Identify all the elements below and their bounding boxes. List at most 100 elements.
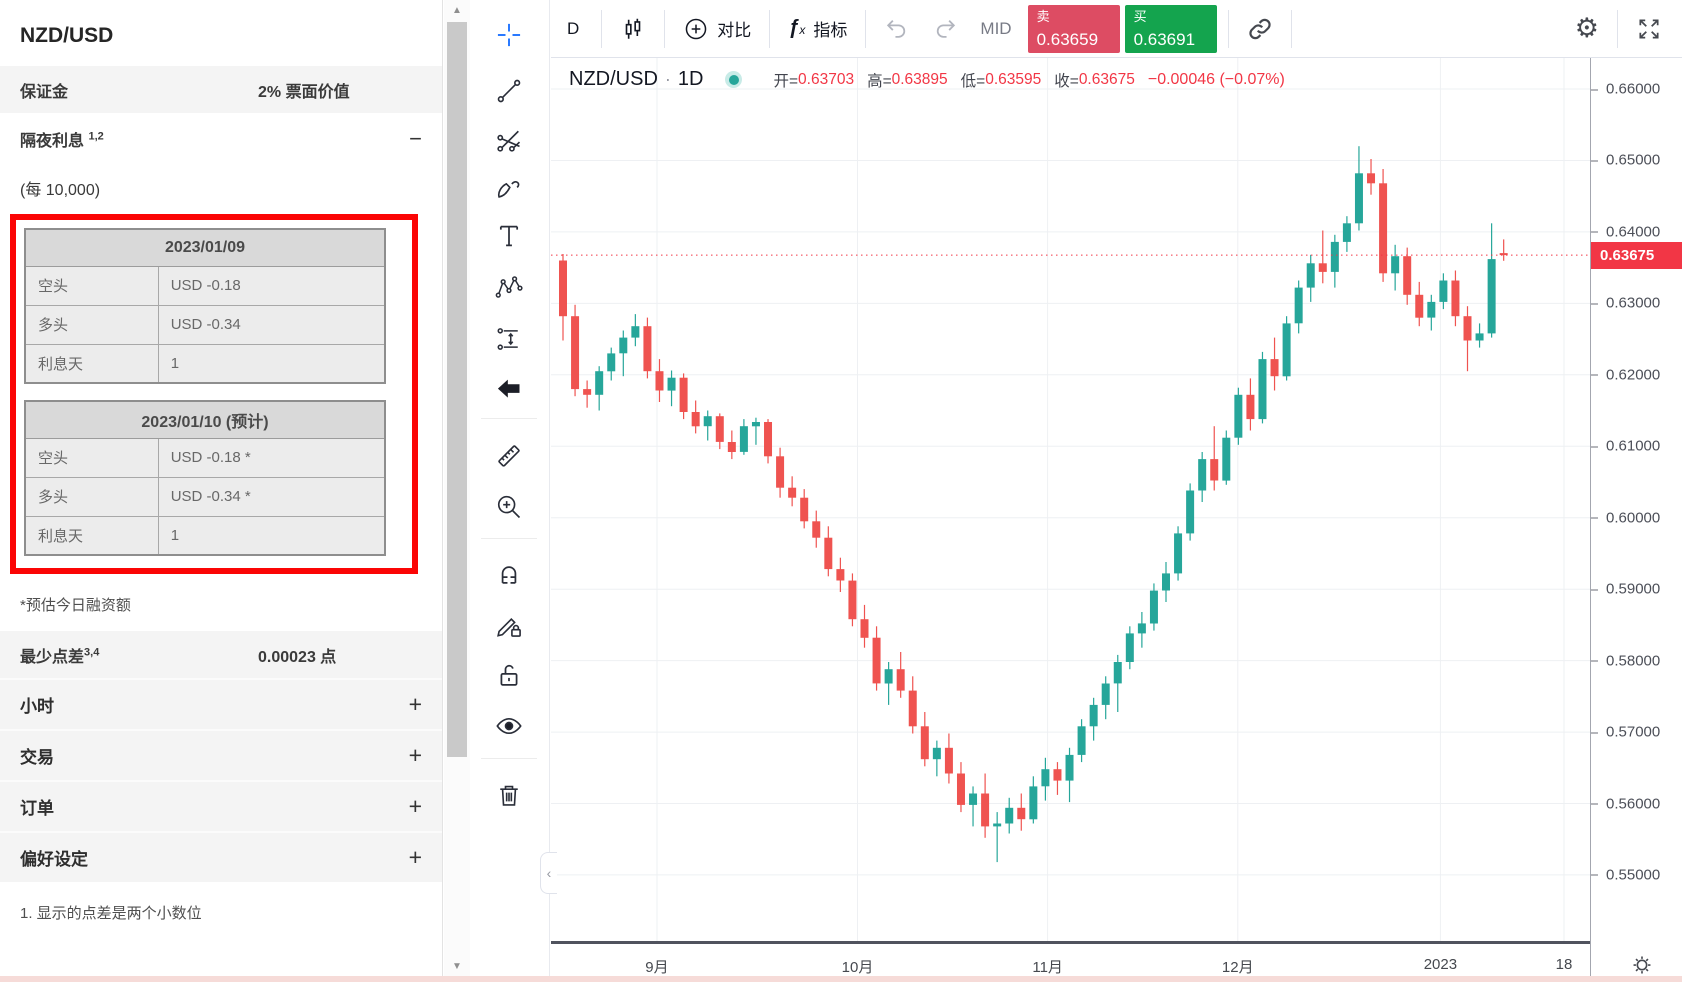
min-spread-label: 最少点差3,4 xyxy=(20,643,99,667)
scroll-down-icon[interactable]: ▼ xyxy=(444,961,470,972)
expand-plus-icon[interactable]: + xyxy=(409,793,422,820)
collapse-minus-icon[interactable]: − xyxy=(409,128,422,150)
toolbar-separator xyxy=(1617,10,1618,48)
chevron-left-icon: ‹ xyxy=(547,865,552,881)
measure-tool-icon[interactable] xyxy=(489,436,529,476)
table-row: 利息天1 xyxy=(25,344,385,383)
expand-plus-icon[interactable]: + xyxy=(409,742,422,769)
time-tick-label: 18 xyxy=(1556,956,1573,973)
expand-plus-icon[interactable]: + xyxy=(409,691,422,718)
toolbar-separator xyxy=(1291,10,1292,48)
mid-price-mode-label[interactable]: MID xyxy=(980,19,1011,39)
row-label: 利息天 xyxy=(25,344,158,383)
magnet-tool-icon[interactable] xyxy=(489,553,529,593)
expand-plus-icon[interactable]: + xyxy=(409,844,422,871)
candlestick-chart[interactable] xyxy=(551,58,1590,941)
instrument-title: NZD/USD xyxy=(0,0,442,64)
remove-drawings-trash-icon[interactable] xyxy=(489,775,529,815)
overnight-rate-table: 2023/01/10 (预计)空头USD -0.18 *多头USD -0.34 … xyxy=(24,400,386,556)
accordion-label: 小时 xyxy=(20,692,54,717)
toolbar-separator xyxy=(601,10,602,48)
margin-value: 2% 票面价值 xyxy=(258,78,350,102)
gear-icon: ⚙ xyxy=(1575,15,1599,42)
projection-tool-icon[interactable] xyxy=(489,319,529,359)
accordion-item-交易[interactable]: 交易 + xyxy=(0,729,442,780)
price-plot[interactable]: NZD/USD · 1D 开=0.63703高=0.63895低=0.63595… xyxy=(551,58,1590,982)
lock-drawings-icon[interactable] xyxy=(489,655,529,695)
accordion-item-小时[interactable]: 小时 + xyxy=(0,678,442,729)
row-label: 空头 xyxy=(25,266,158,305)
link-charts-button[interactable] xyxy=(1235,4,1285,54)
collapse-sidebar-tab[interactable]: ‹ xyxy=(540,852,557,894)
legend-interval[interactable]: 1D xyxy=(678,68,704,91)
link-icon xyxy=(1247,16,1273,42)
fullscreen-button[interactable] xyxy=(1624,4,1674,54)
price-tick-label: 0.57000 xyxy=(1591,724,1682,741)
time-tick-label: 12月 xyxy=(1222,956,1254,977)
compare-button[interactable]: 对比 xyxy=(671,4,763,54)
spread-footnote: 1. 显示的点差是两个小数位 xyxy=(0,882,442,943)
chart-style-button[interactable] xyxy=(608,4,658,54)
brush-tool-icon[interactable] xyxy=(489,167,529,207)
table-date-header: 2023/01/09 xyxy=(25,229,385,266)
ohlc-key: 低= xyxy=(961,69,986,91)
arrow-marker-tool-icon[interactable] xyxy=(489,368,529,408)
zoom-in-tool-icon[interactable] xyxy=(489,487,529,527)
time-tick-label: 9月 xyxy=(645,956,668,977)
buy-button[interactable]: 买 0.63691 xyxy=(1125,5,1217,53)
toolbar-separator xyxy=(865,10,866,48)
accordion-item-订单[interactable]: 订单+ xyxy=(0,780,442,831)
min-spread-row: 最少点差3,4 0.00023 点 xyxy=(0,629,442,678)
scrollbar-thumb[interactable] xyxy=(447,22,467,757)
hide-drawings-eye-icon[interactable] xyxy=(489,706,529,746)
overnight-header[interactable]: 隔夜利息 1,2 − xyxy=(0,113,442,162)
accordion-label: 偏好设定 xyxy=(20,845,88,870)
trend-line-tool-icon[interactable] xyxy=(489,71,529,111)
text-tool-icon[interactable] xyxy=(489,216,529,256)
interval-button[interactable]: D xyxy=(551,4,595,54)
price-axis[interactable]: 0.660000.650000.640000.630000.620000.610… xyxy=(1590,58,1682,982)
undo-button[interactable] xyxy=(872,4,921,54)
time-tick-label: 10月 xyxy=(842,956,874,977)
indicators-button[interactable]: ƒx 指标 xyxy=(776,4,859,54)
market-status-dot[interactable] xyxy=(725,71,742,88)
accordion-label: 交易 xyxy=(20,743,54,768)
overnight-rates-highlight-box: 2023/01/09空头USD -0.18多头USD -0.34利息天12023… xyxy=(10,214,418,574)
funding-estimate-note: *预估今日融资额 xyxy=(0,586,442,629)
undo-icon xyxy=(884,16,909,41)
table-row: 多头USD -0.34 xyxy=(25,305,385,344)
xabcd-pattern-tool-icon[interactable] xyxy=(489,267,529,307)
toolbar-divider xyxy=(481,538,537,539)
ohlc-key: 高= xyxy=(867,69,892,91)
min-spread-value: 0.00023 点 xyxy=(258,643,336,667)
scroll-up-icon[interactable]: ▲ xyxy=(444,5,470,16)
sidebar-scrollbar[interactable]: ▲ ▼ xyxy=(444,0,470,982)
sell-button[interactable]: 卖 0.63659 xyxy=(1028,5,1120,53)
gann-fib-tool-icon[interactable] xyxy=(489,120,529,160)
row-value: USD -0.18 xyxy=(158,266,385,305)
accordion-item-偏好设定[interactable]: 偏好设定 + xyxy=(0,831,442,882)
stay-in-drawing-mode-icon[interactable] xyxy=(489,605,529,645)
fx-icon: ƒx xyxy=(788,17,805,40)
price-tick-label: 0.59000 xyxy=(1591,581,1682,598)
overnight-label: 隔夜利息 1,2 xyxy=(20,127,104,151)
margin-label: 保证金 xyxy=(20,78,68,102)
instrument-sidebar: NZD/USD 保证金 2% 票面价值 隔夜利息 1,2 − (每 10,000… xyxy=(0,0,443,982)
legend-symbol[interactable]: NZD/USD xyxy=(569,68,658,91)
compare-plus-icon xyxy=(683,16,709,42)
candlestick-style-icon xyxy=(620,16,646,42)
chart-settings-button[interactable]: ⚙ xyxy=(1563,4,1611,54)
crosshair-tool-icon[interactable] xyxy=(489,15,529,55)
price-tick-label: 0.64000 xyxy=(1591,223,1682,240)
row-label: 利息天 xyxy=(25,516,158,555)
trading-app: NZD/USD 保证金 2% 票面价值 隔夜利息 1,2 − (每 10,000… xyxy=(0,0,1682,982)
price-tick-label: 0.66000 xyxy=(1591,81,1682,98)
row-value: 1 xyxy=(158,344,385,383)
toolbar-separator xyxy=(769,10,770,48)
price-tick-label: 0.60000 xyxy=(1591,509,1682,526)
toolbar-divider xyxy=(481,418,537,419)
last-price-tag: 0.63675 xyxy=(1591,242,1682,269)
row-value: USD -0.18 * xyxy=(158,438,385,477)
toolbar-divider xyxy=(481,758,537,759)
redo-button[interactable] xyxy=(921,4,970,54)
